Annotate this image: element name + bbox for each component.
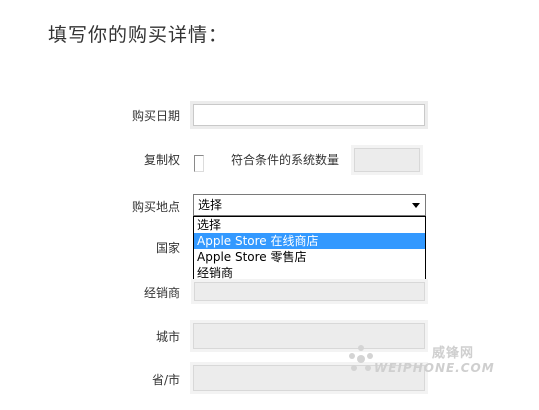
watermark: 威锋网 WEIPHONE.COM (348, 342, 498, 382)
dropdown-option-select[interactable]: 选择 (194, 217, 425, 233)
province-label: 省/市 (151, 373, 180, 387)
purchase-location-selected: 选择 (198, 198, 223, 212)
purchase-date-input[interactable] (193, 104, 425, 126)
purchase-date-label: 购买日期 (131, 109, 180, 123)
dealer-label: 经销商 (143, 286, 180, 300)
city-label: 城市 (155, 330, 180, 344)
dropdown-option-retail-store[interactable]: Apple Store 零售店 (194, 249, 425, 265)
purchase-location-label: 购买地点 (131, 200, 180, 214)
purchase-location-select[interactable]: 选择 (193, 194, 426, 216)
dealer-input[interactable] (194, 282, 425, 301)
watermark-brand-en: WEIPHONE.COM (374, 361, 495, 375)
weiphone-logo-icon (349, 345, 373, 371)
copy-right-label: 复制权 (143, 153, 180, 167)
eligible-count-label: 符合条件的系统数量 (231, 153, 340, 167)
page-title: 填写你的购买详情： (48, 24, 229, 46)
country-label: 国家 (155, 241, 180, 255)
dropdown-option-dealer[interactable]: 经销商 (194, 265, 425, 281)
eligible-count-input[interactable] (354, 148, 420, 172)
copy-right-checkbox[interactable] (194, 155, 204, 172)
chevron-down-icon[interactable] (412, 203, 420, 208)
watermark-brand-cn: 威锋网 (432, 346, 475, 361)
dropdown-option-online-store[interactable]: Apple Store 在线商店 (194, 233, 425, 249)
purchase-location-dropdown[interactable]: 选择 Apple Store 在线商店 Apple Store 零售店 经销商 (193, 216, 426, 282)
